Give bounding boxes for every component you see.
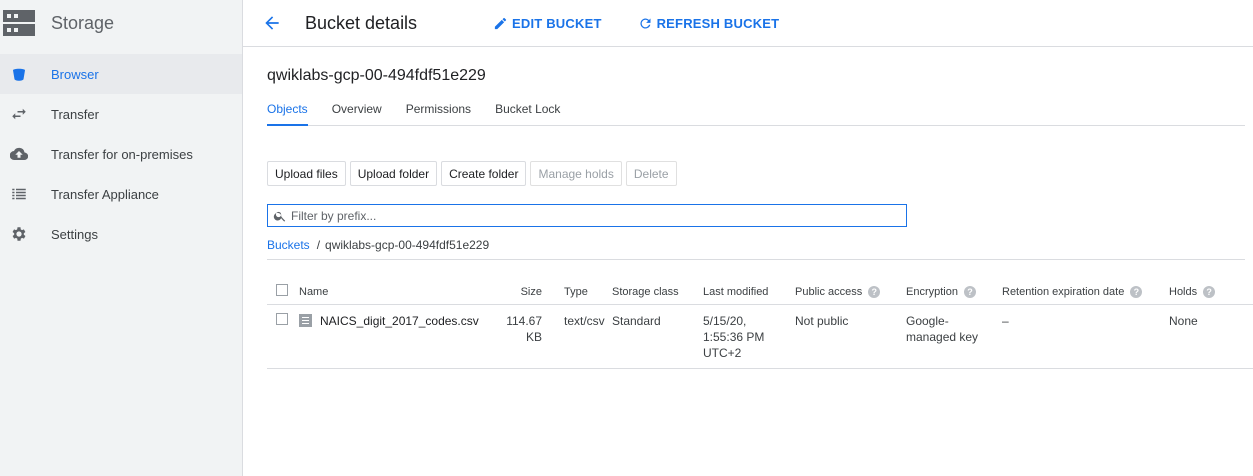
- tab-objects[interactable]: Objects: [267, 97, 308, 126]
- sidebar-item-label: Transfer: [51, 106, 99, 122]
- tab-overview[interactable]: Overview: [332, 97, 382, 126]
- create-folder-button[interactable]: Create folder: [441, 161, 527, 186]
- column-header-last-modified[interactable]: Last modified: [703, 280, 795, 305]
- table-row[interactable]: NAICS_digit_2017_codes.csv 114.67 KB text…: [267, 304, 1253, 369]
- product-title: Storage: [51, 12, 115, 33]
- column-header-storage-class[interactable]: Storage class: [612, 280, 703, 305]
- cell-retention: –: [1002, 304, 1169, 369]
- sidebar: Storage Browser Transfer Transfer for on…: [0, 0, 243, 476]
- breadcrumb: Buckets / qwiklabs-gcp-00-494fdf51e229: [267, 238, 1245, 260]
- row-select-cell: [267, 304, 299, 369]
- column-header-size[interactable]: Size: [494, 280, 542, 305]
- refresh-bucket-label: REFRESH BUCKET: [656, 15, 780, 31]
- sidebar-item-label: Browser: [51, 66, 99, 82]
- help-icon[interactable]: ?: [1130, 285, 1143, 298]
- content-area: qwiklabs-gcp-00-494fdf51e229 Objects Ove…: [243, 67, 1253, 369]
- storage-logo-icon: [3, 10, 35, 36]
- column-header-encryption[interactable]: Encryption?: [906, 280, 1002, 305]
- tab-permissions[interactable]: Permissions: [406, 97, 471, 126]
- column-header-retention[interactable]: Retention expiration date?: [1002, 280, 1169, 305]
- sidebar-item-label: Settings: [51, 226, 98, 242]
- sidebar-item-label: Transfer for on-premises: [51, 146, 193, 162]
- sidebar-header: Storage: [0, 0, 242, 46]
- list-icon: [0, 185, 38, 203]
- breadcrumb-separator: /: [316, 238, 321, 252]
- manage-holds-button[interactable]: Manage holds: [530, 161, 622, 186]
- cell-storage-class: Standard: [612, 304, 703, 369]
- cell-last-modified: 5/15/20, 1:55:36 PM UTC+2: [703, 304, 795, 369]
- column-header-public-access[interactable]: Public access?: [795, 280, 906, 305]
- refresh-icon: [640, 18, 651, 29]
- storage-app: Storage Browser Transfer Transfer for on…: [0, 0, 1253, 476]
- file-icon: [299, 313, 312, 327]
- objects-table: Name Size Type Storage class Last modifi…: [267, 280, 1253, 369]
- filter-input[interactable]: [291, 208, 891, 223]
- page-title: Bucket details: [305, 12, 418, 33]
- edit-bucket-button[interactable]: EDIT BUCKET: [493, 16, 602, 31]
- tab-bucket-lock[interactable]: Bucket Lock: [495, 97, 560, 126]
- cell-type: text/csv: [542, 304, 612, 369]
- cloud-upload-icon: [0, 145, 38, 163]
- row-checkbox[interactable]: [276, 312, 288, 325]
- refresh-bucket-button[interactable]: REFRESH BUCKET: [638, 16, 780, 31]
- delete-button[interactable]: Delete: [625, 161, 677, 186]
- column-header-holds[interactable]: Holds?: [1169, 280, 1253, 305]
- column-header-name[interactable]: Name: [299, 280, 494, 305]
- select-all-checkbox[interactable]: [276, 284, 288, 297]
- edit-bucket-label: EDIT BUCKET: [512, 15, 602, 31]
- sidebar-item-label: Transfer Appliance: [51, 186, 159, 202]
- breadcrumb-current: qwiklabs-gcp-00-494fdf51e229: [325, 238, 490, 252]
- table-header-row: Name Size Type Storage class Last modifi…: [267, 280, 1253, 305]
- help-icon[interactable]: ?: [963, 285, 976, 298]
- sidebar-item-transfer[interactable]: Transfer: [0, 94, 242, 134]
- upload-files-button[interactable]: Upload files: [267, 161, 346, 186]
- bucket-name: qwiklabs-gcp-00-494fdf51e229: [267, 67, 486, 84]
- back-button[interactable]: [261, 12, 283, 34]
- filter-box[interactable]: [267, 204, 907, 227]
- column-header-type[interactable]: Type: [542, 280, 612, 305]
- breadcrumb-buckets-link[interactable]: Buckets: [267, 238, 310, 252]
- sidebar-item-transfer-on-premises[interactable]: Transfer for on-premises: [0, 134, 242, 174]
- transfer-arrows-icon: [0, 105, 38, 123]
- sidebar-item-browser[interactable]: Browser: [0, 54, 242, 94]
- help-icon[interactable]: ?: [1203, 285, 1216, 298]
- cell-encryption: Google-managed key: [906, 304, 1002, 369]
- file-name-link[interactable]: NAICS_digit_2017_codes.csv: [320, 314, 479, 328]
- sidebar-item-settings[interactable]: Settings: [0, 214, 242, 254]
- search-icon: [273, 211, 286, 222]
- upload-folder-button[interactable]: Upload folder: [349, 161, 438, 186]
- main-panel: Bucket details EDIT BUCKET REFRESH BUCKE…: [243, 0, 1253, 476]
- gear-icon: [0, 225, 38, 243]
- cell-public-access: Not public: [795, 304, 906, 369]
- top-bar: Bucket details EDIT BUCKET REFRESH BUCKE…: [243, 0, 1253, 47]
- cell-size: 114.67 KB: [494, 304, 542, 369]
- sidebar-nav: Browser Transfer Transfer for on-premise…: [0, 54, 242, 254]
- sidebar-item-transfer-appliance[interactable]: Transfer Appliance: [0, 174, 242, 214]
- arrow-back-icon: [265, 16, 279, 30]
- help-icon[interactable]: ?: [868, 285, 881, 298]
- select-all-cell: [267, 280, 299, 305]
- bucket-icon: [0, 65, 38, 83]
- tab-bar: Objects Overview Permissions Bucket Lock: [267, 97, 1245, 126]
- cell-holds: None: [1169, 304, 1253, 369]
- cell-name: NAICS_digit_2017_codes.csv: [299, 304, 494, 369]
- pencil-icon: [494, 17, 507, 29]
- objects-toolbar: Upload files Upload folder Create folder…: [267, 161, 1253, 186]
